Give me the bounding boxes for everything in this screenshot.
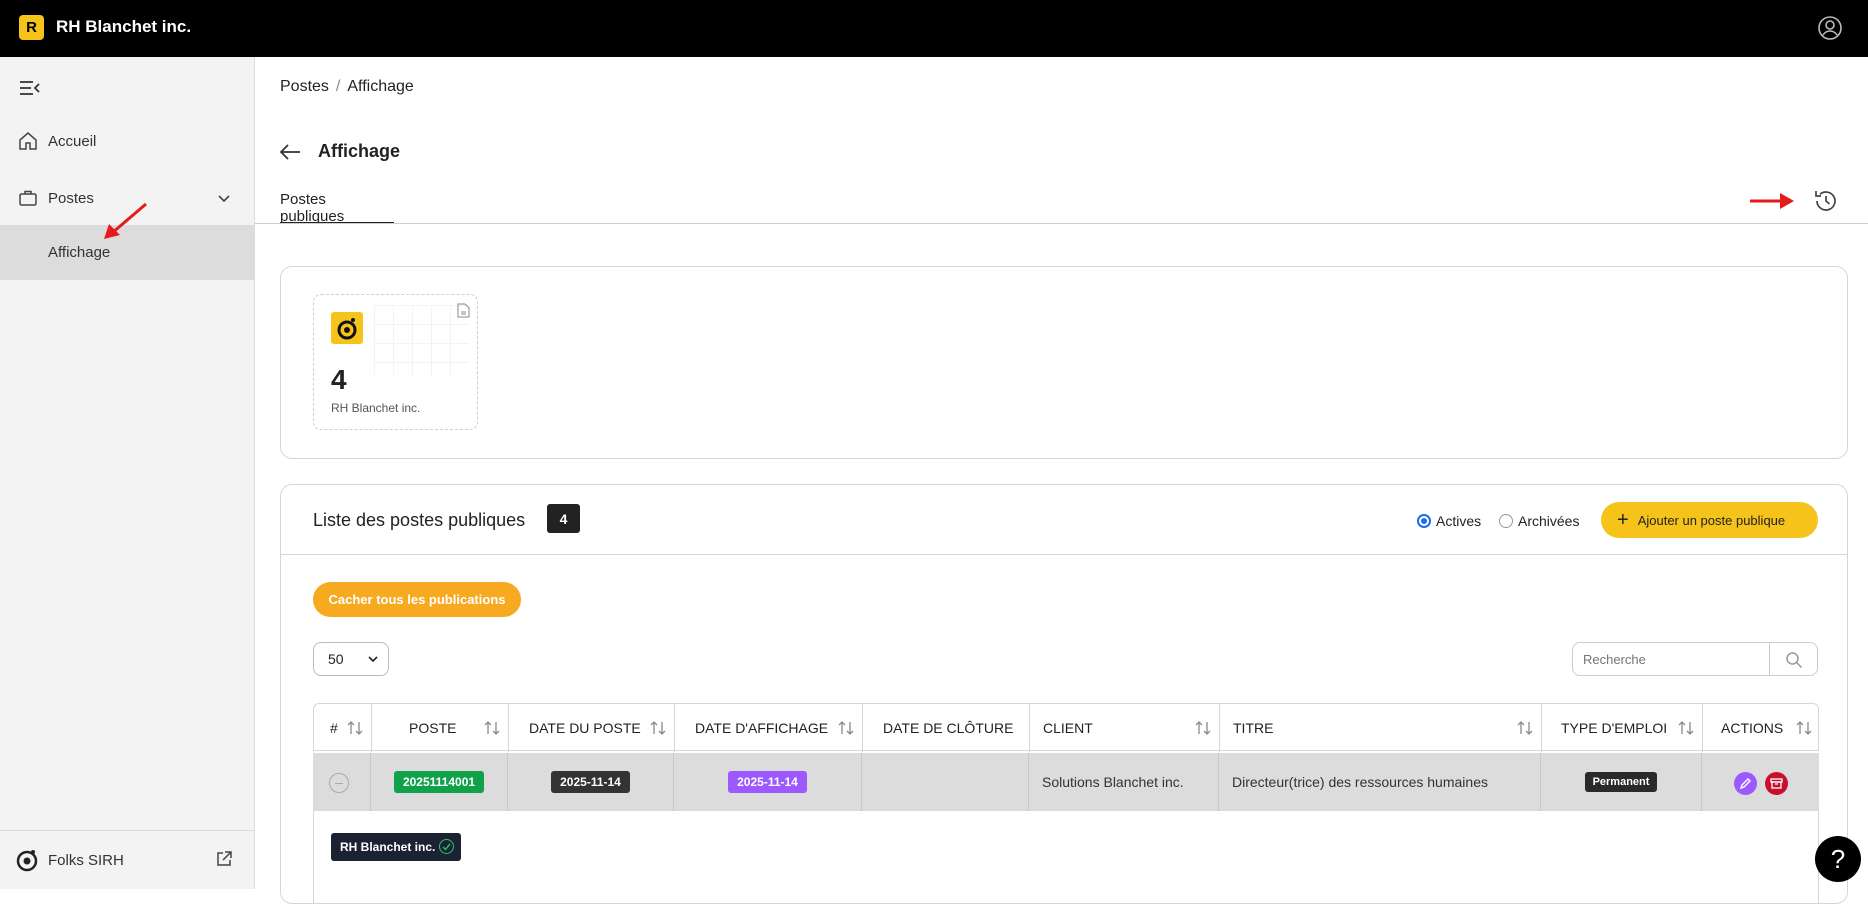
poste-number-badge[interactable]: 20251114001 — [393, 771, 485, 793]
radio-label: Archivées — [1518, 513, 1580, 529]
cell-titre: Directeur(trice) des ressources humaines — [1219, 753, 1541, 811]
search-input[interactable] — [1573, 643, 1769, 675]
sort-icon — [1195, 721, 1211, 735]
chevron-down-icon[interactable] — [216, 190, 232, 206]
col-date-poste[interactable]: DATE DU POSTE — [509, 704, 675, 752]
cell-type: Permanent — [1541, 753, 1702, 811]
table-row[interactable]: 20251114001 2025-11-14 2025-11-14 Soluti… — [313, 753, 1819, 811]
table-header: # POSTE DATE DU POSTE DATE D'AFFICHAGE D… — [313, 703, 1820, 752]
cell-date-cloture — [862, 753, 1029, 811]
external-link-icon[interactable] — [215, 850, 233, 868]
sidebar-item-label: Affichage — [48, 244, 111, 261]
sidebar: Accueil Postes Affichage Folks SIRH — [0, 57, 255, 889]
col-actions[interactable]: ACTIONS — [1703, 704, 1820, 752]
brand-name: RH Blanchet inc. — [56, 17, 192, 36]
pencil-icon — [1739, 778, 1751, 790]
stat-label: RH Blanchet inc. — [331, 401, 421, 415]
company-chip[interactable]: RH Blanchet inc. — [331, 833, 462, 861]
breadcrumb: Postes / Affichage — [280, 78, 414, 96]
col-client[interactable]: CLIENT — [1030, 704, 1220, 752]
check-circle-icon — [439, 839, 455, 854]
radio-archivees[interactable]: Archivées — [1499, 513, 1579, 529]
date-badge: 2025-11-14 — [728, 771, 807, 793]
col-titre[interactable]: TITRE — [1220, 704, 1542, 752]
annotation-arrow-icon — [104, 202, 147, 239]
archive-button[interactable] — [1765, 772, 1788, 795]
page-title: Affichage — [318, 141, 401, 161]
folks-logo-icon — [16, 850, 38, 872]
footer-label: Folks SIRH — [48, 852, 124, 869]
per-page-select[interactable]: 50 — [313, 642, 389, 676]
plus-icon: + — [1617, 509, 1629, 531]
type-badge: Permanent — [1584, 772, 1658, 792]
user-circle-icon[interactable] — [1817, 15, 1843, 41]
hide-all-button[interactable]: Cacher tous les publications — [313, 582, 521, 617]
row-collapse-icon[interactable] — [329, 773, 349, 793]
decorative-grid — [374, 305, 469, 375]
radio-dot-icon — [1417, 514, 1431, 528]
back-arrow-icon[interactable] — [278, 140, 302, 164]
date-badge: 2025-11-14 — [551, 771, 630, 793]
breadcrumb-root[interactable]: Postes — [280, 78, 329, 95]
breadcrumb-separator: / — [335, 78, 341, 95]
tabs-divider — [255, 223, 1868, 224]
briefcase-icon — [19, 190, 37, 206]
help-button[interactable]: ? — [1815, 836, 1861, 882]
list-title: Liste des postes publiques — [313, 510, 526, 530]
sidebar-item-accueil[interactable]: Accueil — [0, 114, 255, 168]
top-bar: R RH Blanchet inc. — [0, 0, 1868, 57]
search-icon — [1786, 652, 1803, 669]
collapse-sidebar-icon[interactable] — [19, 79, 41, 97]
col-number[interactable]: # — [314, 704, 372, 752]
brand-logo: R — [19, 15, 44, 40]
company-stat-tile[interactable]: 4 RH Blanchet inc. — [313, 294, 478, 430]
col-date-cloture: DATE DE CLÔTURE — [863, 704, 1030, 752]
history-icon[interactable] — [1813, 188, 1839, 214]
radio-dot-icon — [1499, 514, 1513, 528]
breadcrumb-current: Affichage — [347, 78, 414, 95]
list-header: Liste des postes publiques 4 Actives Arc… — [281, 485, 1847, 555]
cell-poste: 20251114001 — [371, 753, 508, 811]
stat-count: 4 — [331, 364, 347, 395]
sort-icon — [347, 721, 363, 735]
chevron-down-icon — [368, 656, 378, 663]
tab-postes-publiques[interactable]: Postes publiques — [280, 191, 394, 225]
row-details: RH Blanchet inc. — [313, 811, 1819, 903]
add-job-label: Ajouter un poste publique — [1637, 512, 1786, 528]
company-chip-label: RH Blanchet inc. — [340, 840, 436, 854]
count-badge: 4 — [547, 504, 580, 533]
sort-icon — [1678, 721, 1694, 735]
sort-icon — [650, 721, 666, 735]
job-list-card: Liste des postes publiques 4 Actives Arc… — [280, 484, 1848, 904]
cell-actions — [1702, 753, 1819, 811]
radio-actives[interactable]: Actives — [1417, 513, 1481, 529]
annotation-arrow-icon — [1750, 193, 1794, 209]
col-type-emploi[interactable]: TYPE D'EMPLOI — [1542, 704, 1703, 752]
sort-icon — [484, 721, 500, 735]
sort-icon — [838, 721, 854, 735]
col-date-affichage[interactable]: DATE D'AFFICHAGE — [675, 704, 863, 752]
sidebar-item-label: Accueil — [48, 132, 97, 150]
document-icon[interactable] — [457, 303, 470, 318]
summary-card: 4 RH Blanchet inc. — [280, 266, 1848, 459]
archive-icon — [1770, 778, 1783, 789]
company-logo-icon — [331, 312, 363, 344]
cell-date-affichage: 2025-11-14 — [674, 753, 862, 811]
radio-label: Actives — [1436, 513, 1482, 529]
sidebar-footer[interactable]: Folks SIRH — [0, 830, 255, 889]
sort-icon — [1796, 721, 1812, 735]
cell-date-poste: 2025-11-14 — [508, 753, 674, 811]
home-icon — [19, 132, 37, 150]
sidebar-item-label: Postes — [48, 189, 94, 207]
sort-icon — [1517, 721, 1533, 735]
add-job-button[interactable]: + Ajouter un poste publique — [1601, 502, 1818, 538]
col-poste[interactable]: POSTE — [372, 704, 509, 752]
cell-client: Solutions Blanchet inc. — [1029, 753, 1219, 811]
search-button[interactable] — [1769, 643, 1818, 675]
cell-toggle — [313, 753, 371, 811]
edit-button[interactable] — [1734, 772, 1757, 795]
per-page-value: 50 — [328, 651, 344, 667]
search-box — [1572, 642, 1818, 676]
